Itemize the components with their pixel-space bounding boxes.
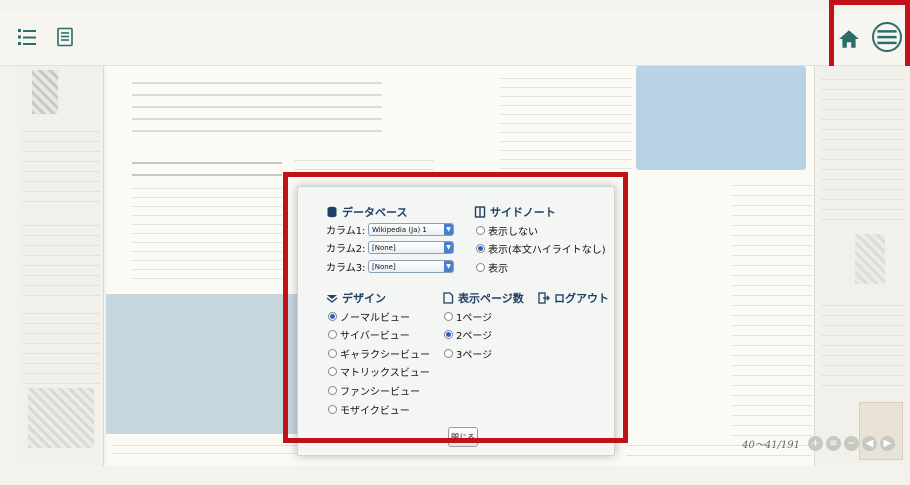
column-3-select[interactable]: [None] ▼ [368,260,454,273]
radio-icon[interactable] [444,349,453,358]
page-icon [443,292,454,304]
human-figure-illustration [855,234,885,284]
radio-icon[interactable] [476,244,485,253]
design-option-galaxy[interactable]: ギャラクシービュー [328,346,430,361]
figure-caption [112,438,298,458]
column-2-select[interactable]: [None] ▼ [368,241,454,254]
sidenote-option-show-no-highlight[interactable]: 表示(本文ハイライトなし) [476,241,606,256]
sidenote-text-lines [821,296,905,386]
design-icon [326,295,338,303]
design-option-normal[interactable]: ノーマルビュー [328,309,410,324]
database-section-title: データベース [326,204,407,220]
radio-icon[interactable] [444,330,453,339]
design-option-cyber[interactable]: サイバービュー [328,327,410,342]
right-sidenote-column [814,66,910,466]
radio-icon[interactable] [328,405,337,414]
radio-icon[interactable] [444,312,453,321]
menu-icon[interactable] [872,22,902,52]
logout-icon [538,292,550,304]
database-column-2-row: カラム2: [None] ▼ [326,240,454,255]
pages-option-3[interactable]: 3ページ [444,346,492,361]
design-option-fancy[interactable]: ファンシービュー [328,383,420,398]
chevron-down-icon: ▼ [444,261,453,272]
figure-mitosis [636,66,806,170]
radio-icon[interactable] [328,367,337,376]
next-page-icon[interactable]: ▶ [880,436,895,451]
home-icon[interactable] [838,28,859,48]
zoom-out-icon[interactable]: − [844,436,859,451]
database-column-3-row: カラム3: [None] ▼ [326,259,454,274]
prev-page-icon[interactable]: ◀ [862,436,877,451]
sidenote-section-title: サイドノート [474,204,556,220]
intro-text-block [132,72,382,134]
radio-icon[interactable] [476,226,485,235]
radio-icon[interactable] [328,386,337,395]
radio-icon[interactable] [476,263,485,272]
menu-circle-icon[interactable]: ≡ [826,436,841,451]
cell-illustration [28,388,94,448]
radio-icon[interactable] [328,330,337,339]
top-toolbar [0,10,910,66]
section-heading-block [132,152,282,176]
list-icon[interactable] [16,26,38,48]
sidenote-option-show[interactable]: 表示 [476,260,508,275]
sidenote-text-lines [821,70,905,220]
column-1-select[interactable]: Wikipedia (Ja) 1 ▼ [368,223,454,236]
pages-section-title: 表示ページ数 [442,290,524,306]
database-column-1-row: カラム1: Wikipedia (Ja) 1 ▼ [326,222,454,237]
dna-illustration [32,70,58,114]
body-text-block [294,152,434,172]
radio-icon[interactable] [328,312,337,321]
sidenote-text-lines [22,122,100,206]
pages-option-2[interactable]: 2ページ [444,327,492,342]
sidenote-text-lines [22,304,100,384]
chevron-down-icon: ▼ [444,242,453,253]
figure-cell-division [106,294,298,434]
design-option-matrix[interactable]: マトリックスビュー [328,364,430,379]
notes-icon[interactable] [54,26,76,48]
settings-dialog: データベース カラム1: Wikipedia (Ja) 1 ▼ カラム2: [No… [297,186,615,456]
zoom-in-icon[interactable]: + [808,436,823,451]
logout-link[interactable]: ログアウト [538,290,609,306]
database-icon [327,206,337,218]
page-indicator: 40～41/191 [742,440,800,451]
body-text-block [132,180,282,286]
close-button[interactable]: 閉じる [448,427,478,447]
body-text-block [732,176,812,436]
left-sidenote-column [18,66,104,466]
chevron-down-icon: ▼ [444,224,453,235]
body-text-block [500,70,632,176]
sidenote-option-hide[interactable]: 表示しない [476,223,538,238]
design-section-title: デザイン [326,290,386,306]
pages-option-1[interactable]: 1ページ [444,309,492,324]
sidenote-icon [474,206,486,218]
design-option-mosaic[interactable]: モザイクビュー [328,402,410,417]
book-cover-thumbnail[interactable] [859,402,903,460]
radio-icon[interactable] [328,349,337,358]
sidenote-text-lines [22,216,100,296]
